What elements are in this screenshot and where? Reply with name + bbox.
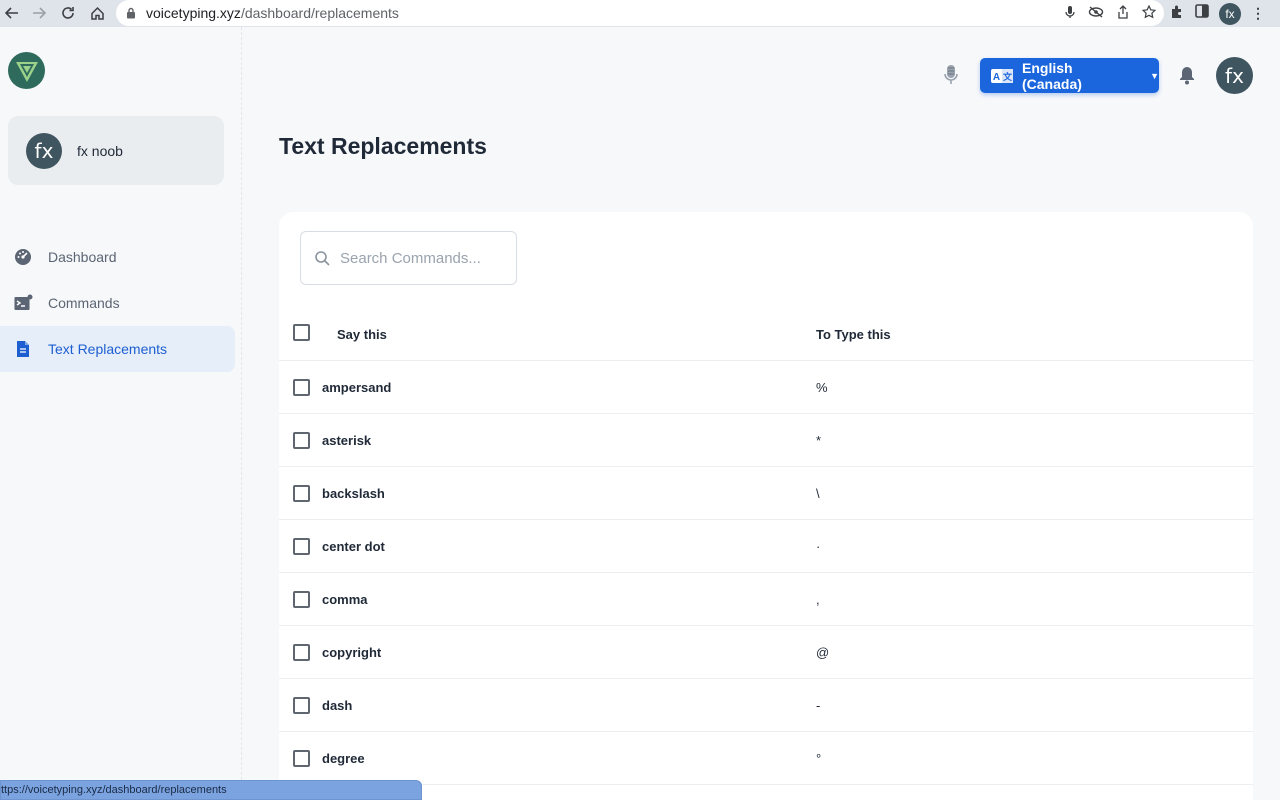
back-arrow-icon[interactable] <box>0 1 24 25</box>
say-cell: copyright <box>322 645 382 660</box>
row-checkbox[interactable] <box>293 432 310 449</box>
star-icon[interactable] <box>1141 4 1157 22</box>
side-panel-icon[interactable] <box>1195 4 1209 23</box>
row-checkbox[interactable] <box>293 750 310 767</box>
sidebar-nav: Dashboard Commands Text Replacements <box>0 234 235 372</box>
table-row[interactable]: copyright @ <box>279 626 1253 679</box>
column-header-type[interactable]: To Type this <box>816 327 891 342</box>
address-bar[interactable]: voicetyping.xyz/dashboard/replacements <box>116 0 1164 26</box>
replacements-card: Say this To Type this ampersand % asteri… <box>279 212 1253 800</box>
terminal-icon <box>13 293 33 313</box>
table-header: Say this To Type this <box>279 307 1253 361</box>
language-selector-button[interactable]: A文 English (Canada) ▼ <box>980 58 1159 93</box>
row-checkbox[interactable] <box>293 379 310 396</box>
table-row[interactable]: backslash \ <box>279 467 1253 520</box>
page-title: Text Replacements <box>279 133 487 159</box>
type-cell: - <box>816 698 821 713</box>
sidebar-item-commands[interactable]: Commands <box>0 280 235 326</box>
extensions-puzzle-icon[interactable] <box>1170 4 1185 24</box>
table-row[interactable]: ampersand % <box>279 361 1253 414</box>
header-avatar[interactable]: fx <box>1216 57 1253 94</box>
table-row[interactable]: comma , <box>279 573 1253 626</box>
say-cell: center dot <box>322 539 385 554</box>
type-cell: @ <box>816 645 830 660</box>
say-cell: asterisk <box>322 433 372 448</box>
sidebar-item-text-replacements[interactable]: Text Replacements <box>0 326 235 372</box>
kebab-menu-icon[interactable]: ⋮ <box>1251 5 1265 22</box>
user-avatar: fx <box>26 132 62 169</box>
say-cell: degree <box>322 751 365 766</box>
table-body: ampersand % asterisk * backslash \ cente… <box>279 361 1253 785</box>
translate-icon: A文 <box>991 68 1013 83</box>
language-label: English (Canada) <box>1022 59 1082 92</box>
search-icon <box>315 250 330 266</box>
type-cell: * <box>816 433 822 448</box>
microphone-icon[interactable] <box>943 64 959 86</box>
type-cell: % <box>816 380 828 395</box>
browser-profile-avatar[interactable]: fx <box>1219 2 1241 25</box>
say-cell: ampersand <box>322 380 392 395</box>
share-icon[interactable] <box>1117 4 1129 22</box>
reload-icon[interactable] <box>56 1 80 25</box>
svg-text:文: 文 <box>1002 71 1013 83</box>
row-checkbox[interactable] <box>293 538 310 555</box>
type-cell: , <box>816 592 820 607</box>
type-cell: ° <box>816 751 822 766</box>
table-row[interactable]: center dot · <box>279 520 1253 573</box>
sidebar-item-dashboard[interactable]: Dashboard <box>0 234 235 280</box>
say-cell: dash <box>322 698 353 713</box>
dashboard-gauge-icon <box>13 247 33 267</box>
table-row[interactable]: asterisk * <box>279 414 1253 467</box>
sidebar: fx fx noob Dashboard Commands Text Repla… <box>0 27 242 800</box>
link-status-bar: ttps://voicetyping.xyz/dashboard/replace… <box>0 780 422 800</box>
say-cell: comma <box>322 592 368 607</box>
sidebar-item-label: Dashboard <box>48 249 117 265</box>
search-input[interactable] <box>340 249 500 267</box>
browser-toolbar: voicetyping.xyz/dashboard/replacements f… <box>0 0 1280 27</box>
user-name: fx noob <box>77 142 123 159</box>
row-checkbox[interactable] <box>293 697 310 714</box>
search-box[interactable] <box>300 231 517 285</box>
home-icon[interactable] <box>85 1 109 25</box>
sidebar-item-label: Commands <box>48 295 120 311</box>
url-path: /dashboard/replacements <box>240 5 399 21</box>
select-all-checkbox[interactable] <box>293 324 310 341</box>
svg-text:A: A <box>993 72 1000 83</box>
bell-icon[interactable] <box>1178 65 1198 85</box>
table-row[interactable]: dash - <box>279 679 1253 732</box>
say-cell: backslash <box>322 486 385 501</box>
lock-icon <box>126 7 136 19</box>
forward-arrow-icon[interactable] <box>27 1 51 25</box>
app-logo-icon[interactable] <box>8 52 45 89</box>
eye-slash-icon[interactable] <box>1088 5 1104 21</box>
url-host: voicetyping.xyz <box>146 5 241 21</box>
user-card[interactable]: fx fx noob <box>8 116 224 185</box>
microphone-icon[interactable] <box>1065 5 1075 22</box>
row-checkbox[interactable] <box>293 591 310 608</box>
row-checkbox[interactable] <box>293 644 310 661</box>
type-cell: · <box>816 539 821 554</box>
chevron-down-icon: ▼ <box>1150 70 1159 81</box>
type-cell: \ <box>816 486 820 501</box>
sidebar-item-label: Text Replacements <box>48 341 168 357</box>
column-header-say[interactable]: Say this <box>337 327 387 342</box>
document-icon <box>13 339 33 359</box>
table-row[interactable]: degree ° <box>279 732 1253 785</box>
row-checkbox[interactable] <box>293 485 310 502</box>
